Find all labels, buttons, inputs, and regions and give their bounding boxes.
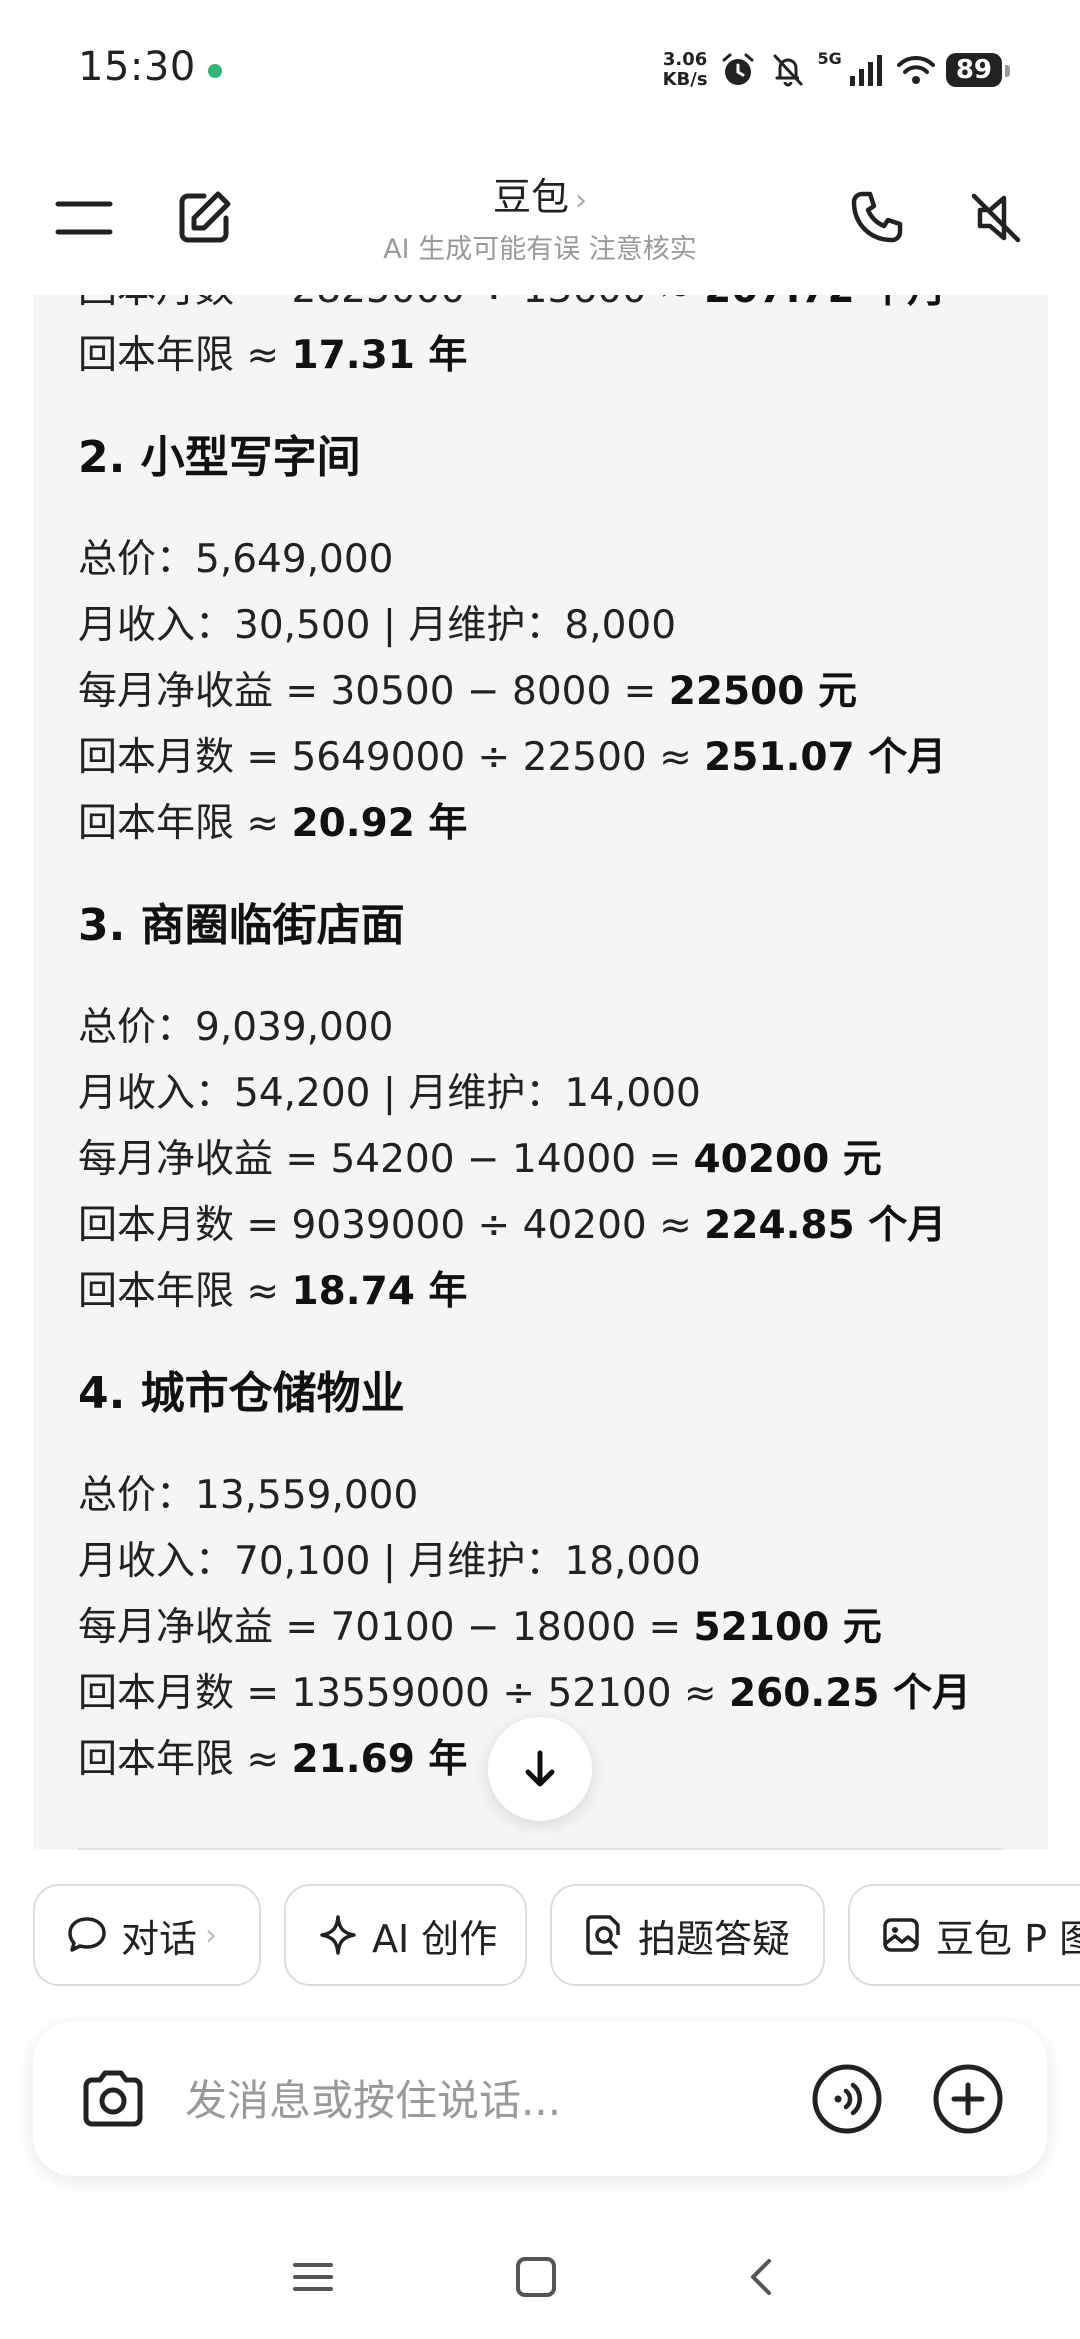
- status-time: 15:30: [78, 44, 196, 90]
- text-line: 月收入：54,200 | 月维护：14,000: [78, 1071, 701, 1116]
- text-line: 每月净收益 = 54200 − 14000 = 40200 元: [78, 1137, 882, 1182]
- plus-circle-icon: [933, 2064, 1003, 2134]
- text-line: 月收入：30,500 | 月维护：8,000: [78, 603, 677, 648]
- signal-icon: [849, 55, 882, 86]
- camera-icon: [83, 2070, 143, 2127]
- section-heading: 3. 商圈临街店面: [78, 900, 405, 951]
- status-bar: 15:30 3.06 KB/s 5G 89: [0, 0, 1080, 140]
- network-type: 5G: [817, 48, 842, 68]
- text-line: 总价：13,559,000: [78, 1473, 419, 1518]
- chevron-right-icon: ›: [575, 183, 587, 218]
- mute-speaker-button[interactable]: [956, 178, 1036, 258]
- chevron-right-icon: ›: [205, 1917, 218, 1953]
- back-button[interactable]: [726, 2242, 796, 2312]
- chat-title-area[interactable]: 豆包 › AI 生成可能有误 注意核实: [340, 166, 740, 266]
- battery-indicator: 89: [945, 53, 1011, 87]
- status-icons: 3.06 KB/s 5G 89: [662, 46, 1011, 94]
- photo-search-icon: [586, 1915, 620, 1955]
- text-line: 回本年限 ≈ 20.92 年: [78, 801, 468, 846]
- phone-icon: [851, 191, 903, 243]
- mute-bell-icon: [773, 54, 803, 87]
- text-line: 回本月数 = 13559000 ÷ 52100 ≈ 260.25 个月: [78, 1671, 972, 1716]
- home-button[interactable]: [501, 2242, 571, 2312]
- edit-icon: [179, 191, 231, 243]
- sparkle-icon: [320, 1915, 356, 1955]
- wifi-icon: [896, 55, 935, 84]
- add-attachment-button[interactable]: [928, 2059, 1008, 2139]
- message-content: 回本月数 = 2825000 ÷ 13600 ≈ 207.72 个月 回本年限 …: [78, 295, 1028, 1793]
- voice-call-button[interactable]: [807, 2059, 887, 2139]
- menu-button[interactable]: [44, 178, 124, 258]
- page-title[interactable]: 豆包 ›: [340, 166, 740, 221]
- message-composer: [33, 2022, 1047, 2176]
- camera-button[interactable]: [73, 2059, 153, 2139]
- divider: [78, 1848, 1003, 1850]
- system-nav-bar: [0, 2220, 1080, 2339]
- new-chat-button[interactable]: [164, 178, 244, 258]
- chat-header: 豆包 › AI 生成可能有误 注意核实: [0, 140, 1080, 295]
- text-line: 月收入：70,100 | 月维护：18,000: [78, 1539, 701, 1584]
- arrow-down-icon: [525, 1750, 555, 1787]
- section-heading: 2. 小型写字间: [78, 432, 361, 483]
- network-speed: 3.06 KB/s: [662, 49, 708, 90]
- message-input[interactable]: [183, 2069, 707, 2131]
- text-line: 回本月数 = 5649000 ÷ 22500 ≈ 251.07 个月: [78, 735, 947, 780]
- section-heading: 4. 城市仓储物业: [78, 1368, 405, 1419]
- quick-actions-bar: 对话 › AI 创作 拍题答疑 豆包 P 图: [33, 1884, 1080, 1990]
- text-line: 每月净收益 = 30500 − 8000 = 22500 元: [78, 669, 857, 714]
- chip-ai-create[interactable]: AI 创作: [284, 1884, 527, 1986]
- text-line: 总价：9,039,000: [78, 1005, 394, 1050]
- text-line: 回本年限 ≈ 18.74 年: [78, 1269, 468, 1314]
- image-edit-icon: [883, 1918, 919, 1952]
- chip-photo-question[interactable]: 拍题答疑: [550, 1884, 825, 1986]
- chip-chat[interactable]: 对话 ›: [33, 1884, 261, 1986]
- text-line: 回本月数 = 9039000 ÷ 40200 ≈ 224.85 个月: [78, 1203, 947, 1248]
- menu-icon: [55, 201, 113, 235]
- menu-lines-icon: [293, 2263, 333, 2291]
- text-line: 每月净收益 = 70100 − 18000 = 52100 元: [78, 1605, 882, 1650]
- scroll-to-bottom-button[interactable]: [488, 1717, 592, 1821]
- alarm-icon: [722, 53, 754, 85]
- recent-apps-button[interactable]: [278, 2242, 348, 2312]
- chip-image-edit[interactable]: 豆包 P 图: [848, 1884, 1080, 1986]
- voice-wave-icon: [812, 2064, 882, 2134]
- notification-dot-icon: [208, 64, 222, 78]
- text-line: 回本年限 ≈ 17.31 年: [78, 333, 468, 378]
- chevron-left-icon: [751, 2259, 771, 2295]
- ai-message-bubble: 回本月数 = 2825000 ÷ 13600 ≈ 207.72 个月 回本年限 …: [33, 295, 1048, 1850]
- call-button[interactable]: [836, 178, 916, 258]
- text-line: 回本月数 = 2825000 ÷ 13600 ≈ 207.72 个月: [78, 295, 1028, 323]
- square-icon: [516, 2257, 556, 2297]
- speaker-mute-icon: [971, 193, 1021, 243]
- ai-disclaimer: AI 生成可能有误 注意核实: [383, 234, 697, 265]
- chat-bubble-icon: [68, 1917, 106, 1952]
- text-line: 总价：5,649,000: [78, 537, 394, 582]
